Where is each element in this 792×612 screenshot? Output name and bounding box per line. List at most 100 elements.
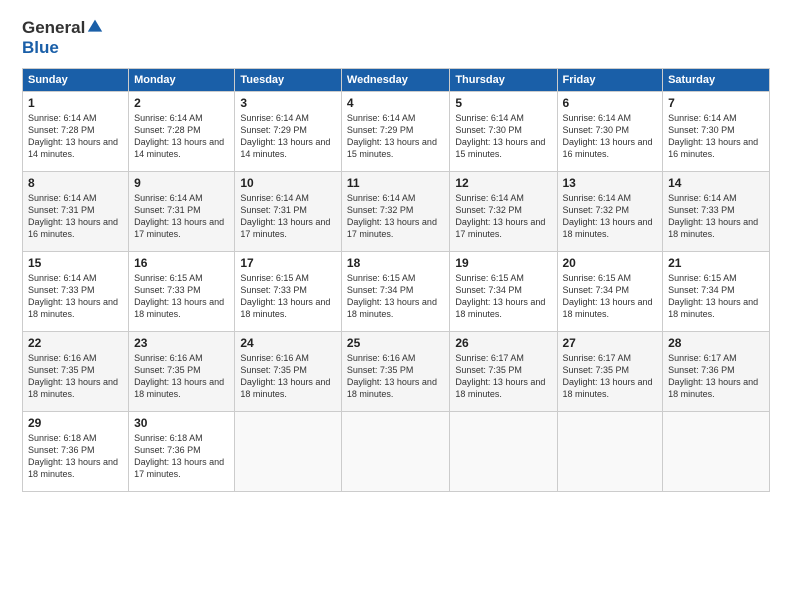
calendar-cell: 9 Sunrise: 6:14 AM Sunset: 7:31 PM Dayli… [129, 172, 235, 252]
calendar-cell: 26 Sunrise: 6:17 AM Sunset: 7:35 PM Dayl… [450, 332, 557, 412]
day-number: 7 [668, 96, 764, 110]
calendar-cell: 19 Sunrise: 6:15 AM Sunset: 7:34 PM Dayl… [450, 252, 557, 332]
calendar-cell: 30 Sunrise: 6:18 AM Sunset: 7:36 PM Dayl… [129, 412, 235, 492]
calendar-cell: 28 Sunrise: 6:17 AM Sunset: 7:36 PM Dayl… [663, 332, 770, 412]
day-number: 1 [28, 96, 123, 110]
calendar-cell: 4 Sunrise: 6:14 AM Sunset: 7:29 PM Dayli… [341, 92, 449, 172]
day-number: 12 [455, 176, 551, 190]
day-number: 13 [563, 176, 658, 190]
day-number: 21 [668, 256, 764, 270]
day-number: 25 [347, 336, 444, 350]
day-number: 26 [455, 336, 551, 350]
day-info: Sunrise: 6:16 AM Sunset: 7:35 PM Dayligh… [134, 352, 229, 401]
logo: General Blue [22, 18, 103, 58]
col-header-thursday: Thursday [450, 69, 557, 92]
day-info: Sunrise: 6:15 AM Sunset: 7:33 PM Dayligh… [240, 272, 336, 321]
calendar-cell: 18 Sunrise: 6:15 AM Sunset: 7:34 PM Dayl… [341, 252, 449, 332]
calendar-cell: 5 Sunrise: 6:14 AM Sunset: 7:30 PM Dayli… [450, 92, 557, 172]
calendar-week-row: 15 Sunrise: 6:14 AM Sunset: 7:33 PM Dayl… [23, 252, 770, 332]
calendar-cell: 22 Sunrise: 6:16 AM Sunset: 7:35 PM Dayl… [23, 332, 129, 412]
day-info: Sunrise: 6:17 AM Sunset: 7:35 PM Dayligh… [563, 352, 658, 401]
day-info: Sunrise: 6:14 AM Sunset: 7:31 PM Dayligh… [28, 192, 123, 241]
col-header-friday: Friday [557, 69, 663, 92]
col-header-saturday: Saturday [663, 69, 770, 92]
day-info: Sunrise: 6:14 AM Sunset: 7:30 PM Dayligh… [563, 112, 658, 161]
logo-triangle-icon [87, 18, 103, 34]
day-info: Sunrise: 6:14 AM Sunset: 7:32 PM Dayligh… [563, 192, 658, 241]
day-info: Sunrise: 6:15 AM Sunset: 7:34 PM Dayligh… [455, 272, 551, 321]
day-number: 15 [28, 256, 123, 270]
calendar-cell: 27 Sunrise: 6:17 AM Sunset: 7:35 PM Dayl… [557, 332, 663, 412]
day-number: 27 [563, 336, 658, 350]
calendar-cell: 11 Sunrise: 6:14 AM Sunset: 7:32 PM Dayl… [341, 172, 449, 252]
calendar-cell: 16 Sunrise: 6:15 AM Sunset: 7:33 PM Dayl… [129, 252, 235, 332]
calendar-week-row: 8 Sunrise: 6:14 AM Sunset: 7:31 PM Dayli… [23, 172, 770, 252]
day-number: 11 [347, 176, 444, 190]
calendar-cell: 8 Sunrise: 6:14 AM Sunset: 7:31 PM Dayli… [23, 172, 129, 252]
day-info: Sunrise: 6:16 AM Sunset: 7:35 PM Dayligh… [28, 352, 123, 401]
calendar-cell [450, 412, 557, 492]
day-number: 9 [134, 176, 229, 190]
page: General Blue SundayMondayTuesdayWednesda… [0, 0, 792, 612]
day-number: 17 [240, 256, 336, 270]
day-info: Sunrise: 6:14 AM Sunset: 7:32 PM Dayligh… [455, 192, 551, 241]
col-header-tuesday: Tuesday [235, 69, 342, 92]
day-number: 14 [668, 176, 764, 190]
calendar-cell: 20 Sunrise: 6:15 AM Sunset: 7:34 PM Dayl… [557, 252, 663, 332]
calendar-cell [235, 412, 342, 492]
day-info: Sunrise: 6:14 AM Sunset: 7:32 PM Dayligh… [347, 192, 444, 241]
day-info: Sunrise: 6:16 AM Sunset: 7:35 PM Dayligh… [347, 352, 444, 401]
day-number: 4 [347, 96, 444, 110]
day-number: 10 [240, 176, 336, 190]
day-number: 19 [455, 256, 551, 270]
col-header-monday: Monday [129, 69, 235, 92]
day-info: Sunrise: 6:15 AM Sunset: 7:34 PM Dayligh… [347, 272, 444, 321]
header: General Blue [22, 18, 770, 58]
logo-general-text: General [22, 18, 85, 38]
calendar-table: SundayMondayTuesdayWednesdayThursdayFrid… [22, 68, 770, 492]
day-info: Sunrise: 6:18 AM Sunset: 7:36 PM Dayligh… [28, 432, 123, 481]
calendar-cell: 3 Sunrise: 6:14 AM Sunset: 7:29 PM Dayli… [235, 92, 342, 172]
day-number: 28 [668, 336, 764, 350]
day-info: Sunrise: 6:15 AM Sunset: 7:34 PM Dayligh… [563, 272, 658, 321]
day-info: Sunrise: 6:17 AM Sunset: 7:35 PM Dayligh… [455, 352, 551, 401]
calendar-cell: 24 Sunrise: 6:16 AM Sunset: 7:35 PM Dayl… [235, 332, 342, 412]
calendar-cell: 13 Sunrise: 6:14 AM Sunset: 7:32 PM Dayl… [557, 172, 663, 252]
logo-blue-text: Blue [22, 38, 59, 57]
calendar-cell: 17 Sunrise: 6:15 AM Sunset: 7:33 PM Dayl… [235, 252, 342, 332]
day-number: 30 [134, 416, 229, 430]
day-number: 23 [134, 336, 229, 350]
day-info: Sunrise: 6:17 AM Sunset: 7:36 PM Dayligh… [668, 352, 764, 401]
col-header-sunday: Sunday [23, 69, 129, 92]
day-info: Sunrise: 6:14 AM Sunset: 7:29 PM Dayligh… [347, 112, 444, 161]
day-number: 5 [455, 96, 551, 110]
calendar-cell: 15 Sunrise: 6:14 AM Sunset: 7:33 PM Dayl… [23, 252, 129, 332]
day-number: 20 [563, 256, 658, 270]
calendar-cell: 6 Sunrise: 6:14 AM Sunset: 7:30 PM Dayli… [557, 92, 663, 172]
day-number: 24 [240, 336, 336, 350]
calendar-cell: 29 Sunrise: 6:18 AM Sunset: 7:36 PM Dayl… [23, 412, 129, 492]
day-info: Sunrise: 6:15 AM Sunset: 7:34 PM Dayligh… [668, 272, 764, 321]
calendar-cell: 25 Sunrise: 6:16 AM Sunset: 7:35 PM Dayl… [341, 332, 449, 412]
calendar-cell: 2 Sunrise: 6:14 AM Sunset: 7:28 PM Dayli… [129, 92, 235, 172]
calendar-cell: 21 Sunrise: 6:15 AM Sunset: 7:34 PM Dayl… [663, 252, 770, 332]
day-info: Sunrise: 6:18 AM Sunset: 7:36 PM Dayligh… [134, 432, 229, 481]
day-info: Sunrise: 6:14 AM Sunset: 7:28 PM Dayligh… [28, 112, 123, 161]
day-info: Sunrise: 6:14 AM Sunset: 7:30 PM Dayligh… [668, 112, 764, 161]
day-number: 22 [28, 336, 123, 350]
day-number: 6 [563, 96, 658, 110]
calendar-cell: 7 Sunrise: 6:14 AM Sunset: 7:30 PM Dayli… [663, 92, 770, 172]
day-info: Sunrise: 6:14 AM Sunset: 7:31 PM Dayligh… [240, 192, 336, 241]
day-number: 16 [134, 256, 229, 270]
day-info: Sunrise: 6:14 AM Sunset: 7:28 PM Dayligh… [134, 112, 229, 161]
calendar-week-row: 1 Sunrise: 6:14 AM Sunset: 7:28 PM Dayli… [23, 92, 770, 172]
day-info: Sunrise: 6:16 AM Sunset: 7:35 PM Dayligh… [240, 352, 336, 401]
calendar-week-row: 22 Sunrise: 6:16 AM Sunset: 7:35 PM Dayl… [23, 332, 770, 412]
calendar-cell: 14 Sunrise: 6:14 AM Sunset: 7:33 PM Dayl… [663, 172, 770, 252]
calendar-cell: 10 Sunrise: 6:14 AM Sunset: 7:31 PM Dayl… [235, 172, 342, 252]
calendar-header-row: SundayMondayTuesdayWednesdayThursdayFrid… [23, 69, 770, 92]
calendar-week-row: 29 Sunrise: 6:18 AM Sunset: 7:36 PM Dayl… [23, 412, 770, 492]
calendar-cell: 12 Sunrise: 6:14 AM Sunset: 7:32 PM Dayl… [450, 172, 557, 252]
day-number: 3 [240, 96, 336, 110]
day-info: Sunrise: 6:15 AM Sunset: 7:33 PM Dayligh… [134, 272, 229, 321]
